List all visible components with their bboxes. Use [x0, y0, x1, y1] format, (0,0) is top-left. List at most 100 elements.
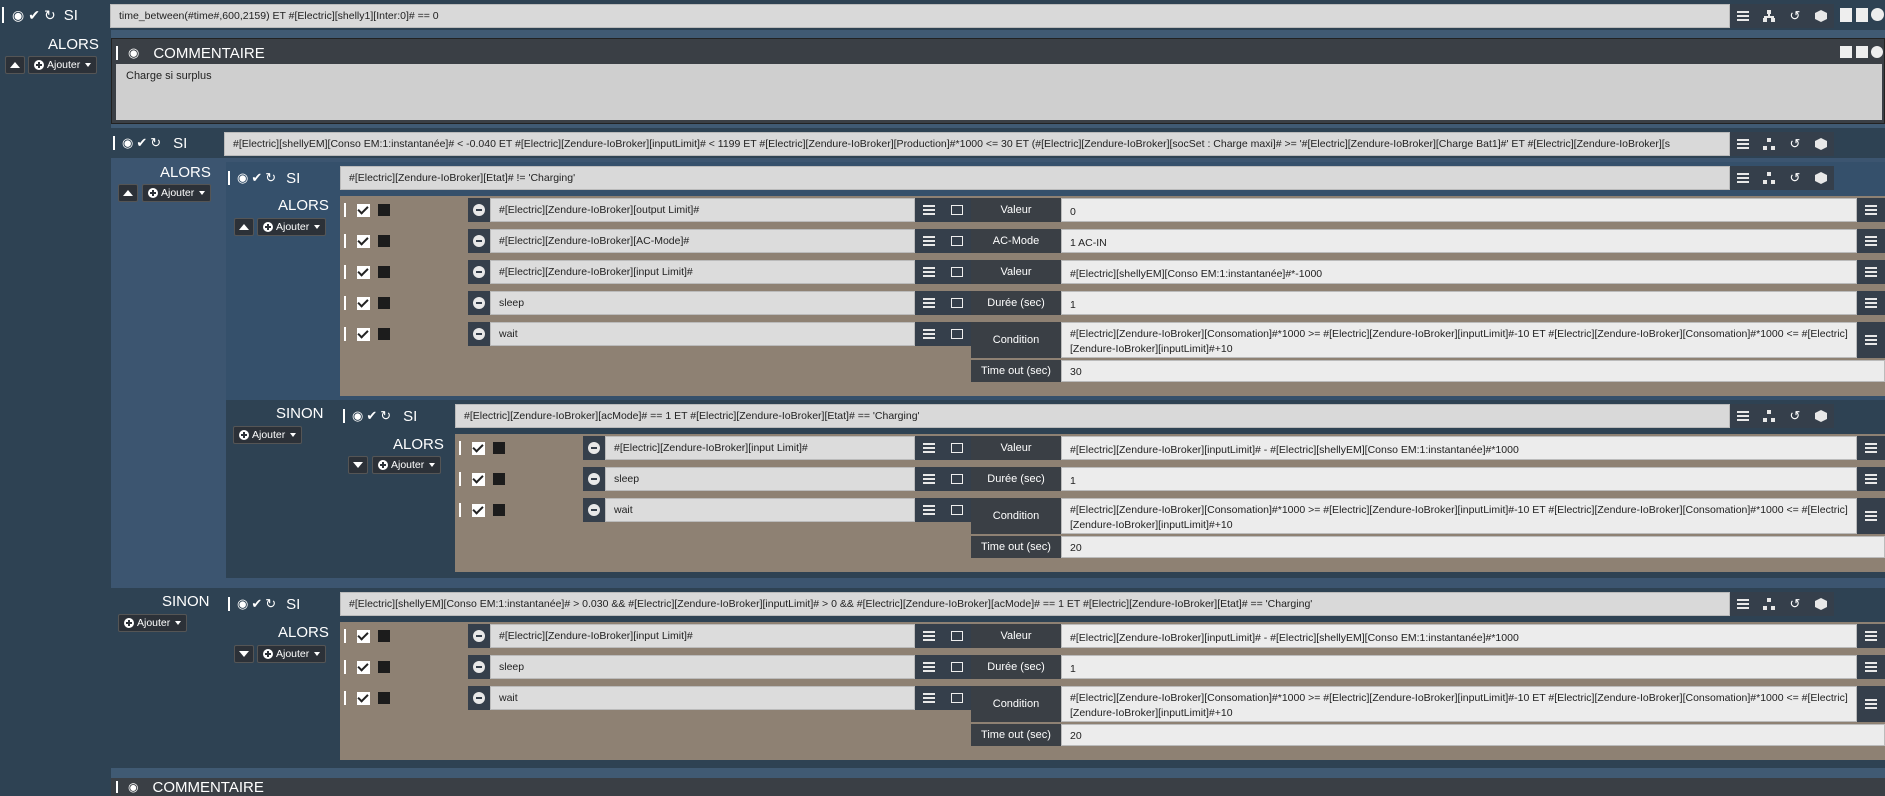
comment-textarea[interactable]: Charge si surplus: [116, 64, 1882, 120]
list-icon[interactable]: [915, 655, 943, 679]
table-icon[interactable]: [943, 322, 971, 346]
list-icon[interactable]: [915, 229, 943, 253]
ajouter-button[interactable]: Ajouter: [233, 426, 303, 444]
sitemap-icon[interactable]: [1756, 132, 1782, 156]
enable-checkbox[interactable]: [357, 660, 370, 674]
move-down-button[interactable]: [234, 645, 254, 663]
move-icon[interactable]: [113, 136, 119, 150]
move-icon[interactable]: [344, 629, 349, 643]
list-icon[interactable]: [1857, 624, 1885, 648]
table-icon[interactable]: [943, 260, 971, 284]
option-checkbox[interactable]: [378, 235, 390, 247]
enable-checkbox[interactable]: [357, 629, 370, 643]
option-checkbox[interactable]: [493, 473, 505, 485]
move-down-button[interactable]: [348, 456, 368, 474]
refresh-icon[interactable]: ↻: [265, 596, 276, 612]
move-icon[interactable]: [228, 597, 234, 611]
enable-checkbox[interactable]: [357, 265, 370, 279]
move-icon[interactable]: [459, 472, 464, 486]
list-icon[interactable]: [1857, 260, 1885, 284]
list-icon[interactable]: [915, 498, 943, 522]
move-icon[interactable]: [344, 203, 349, 217]
eye-icon[interactable]: ◉: [237, 170, 248, 186]
option-value-input[interactable]: #[Electric][Zendure-IoBroker][inputLimit…: [1061, 436, 1857, 460]
list-icon[interactable]: [1857, 655, 1885, 679]
remove-action-button[interactable]: [583, 498, 605, 522]
cube-icon[interactable]: [1808, 4, 1834, 28]
remove-action-button[interactable]: [583, 436, 605, 460]
paste-icon[interactable]: [1856, 8, 1868, 22]
list-icon[interactable]: [915, 260, 943, 284]
history-icon[interactable]: ↺: [1782, 166, 1808, 190]
check-icon[interactable]: ✔: [28, 7, 40, 24]
remove-action-button[interactable]: [468, 322, 490, 346]
option-value-input[interactable]: 1 AC-IN: [1061, 229, 1857, 253]
history-icon[interactable]: ↺: [1782, 592, 1808, 616]
list-icon[interactable]: [1730, 132, 1756, 156]
option-value-input[interactable]: 1: [1061, 655, 1857, 679]
move-icon[interactable]: [2, 7, 8, 23]
move-icon[interactable]: [344, 327, 349, 341]
table-icon[interactable]: [943, 624, 971, 648]
option-checkbox[interactable]: [378, 630, 390, 642]
cube-icon[interactable]: [1808, 166, 1834, 190]
option-value-input[interactable]: 20: [1061, 536, 1885, 558]
option-value-input[interactable]: 1: [1061, 291, 1857, 315]
ajouter-button[interactable]: Ajouter: [142, 184, 212, 202]
option-value-input[interactable]: #[Electric][Zendure-IoBroker][Consomatio…: [1061, 498, 1857, 534]
list-icon[interactable]: [1857, 467, 1885, 491]
refresh-icon[interactable]: ↻: [150, 135, 161, 151]
option-checkbox[interactable]: [378, 297, 390, 309]
option-checkbox[interactable]: [493, 442, 505, 454]
action-command-input[interactable]: sleep: [490, 291, 915, 315]
move-icon[interactable]: [343, 409, 349, 423]
enable-checkbox[interactable]: [472, 472, 485, 486]
list-icon[interactable]: [915, 198, 943, 222]
ajouter-button[interactable]: Ajouter: [28, 56, 98, 74]
check-icon[interactable]: ✔: [251, 170, 262, 186]
action-command-input[interactable]: #[Electric][Zendure-IoBroker][input Limi…: [605, 436, 915, 460]
ajouter-button[interactable]: Ajouter: [372, 456, 442, 474]
list-icon[interactable]: [915, 436, 943, 460]
option-checkbox[interactable]: [378, 328, 390, 340]
table-icon[interactable]: [943, 198, 971, 222]
si1-condition-input[interactable]: #[Electric][shellyEM][Conso EM:1:instant…: [224, 132, 1730, 156]
action-command-input[interactable]: wait: [490, 686, 915, 710]
list-icon[interactable]: [1857, 498, 1885, 534]
remove-action-button[interactable]: [468, 655, 490, 679]
inner-si-condition-input[interactable]: #[Electric][Zendure-IoBroker][Etat]# != …: [340, 166, 1730, 190]
history-icon[interactable]: ↺: [1782, 132, 1808, 156]
action-command-input[interactable]: #[Electric][Zendure-IoBroker][input Limi…: [490, 260, 915, 284]
refresh-icon[interactable]: ↻: [44, 7, 56, 24]
enable-checkbox[interactable]: [357, 296, 370, 310]
list-icon[interactable]: [1857, 686, 1885, 722]
eye-icon[interactable]: ◉: [12, 7, 24, 24]
list-icon[interactable]: [1857, 198, 1885, 222]
option-value-input[interactable]: 1: [1061, 467, 1857, 491]
option-value-input[interactable]: 20: [1061, 724, 1885, 746]
list-icon[interactable]: [1730, 404, 1756, 428]
eye-icon[interactable]: ◉: [352, 408, 363, 424]
option-checkbox[interactable]: [378, 266, 390, 278]
action-command-input[interactable]: sleep: [605, 467, 915, 491]
move-icon[interactable]: [459, 441, 464, 455]
list-icon[interactable]: [915, 686, 943, 710]
move-icon[interactable]: [344, 265, 349, 279]
action-command-input[interactable]: wait: [605, 498, 915, 522]
list-icon[interactable]: [1730, 592, 1756, 616]
comment-copy-icon[interactable]: [1840, 46, 1852, 58]
list-icon[interactable]: [1730, 4, 1756, 28]
refresh-icon[interactable]: ↻: [380, 408, 391, 424]
list-icon[interactable]: [1730, 166, 1756, 190]
move-icon[interactable]: [228, 171, 234, 185]
table-icon[interactable]: [943, 655, 971, 679]
move-icon[interactable]: [344, 660, 349, 674]
cube-icon[interactable]: [1808, 404, 1834, 428]
list-icon[interactable]: [915, 291, 943, 315]
move-icon[interactable]: [116, 46, 122, 60]
move-icon[interactable]: [344, 296, 349, 310]
table-icon[interactable]: [943, 229, 971, 253]
action-command-input[interactable]: sleep: [490, 655, 915, 679]
remove-icon[interactable]: [1871, 8, 1884, 21]
option-value-input[interactable]: 30: [1061, 360, 1885, 382]
